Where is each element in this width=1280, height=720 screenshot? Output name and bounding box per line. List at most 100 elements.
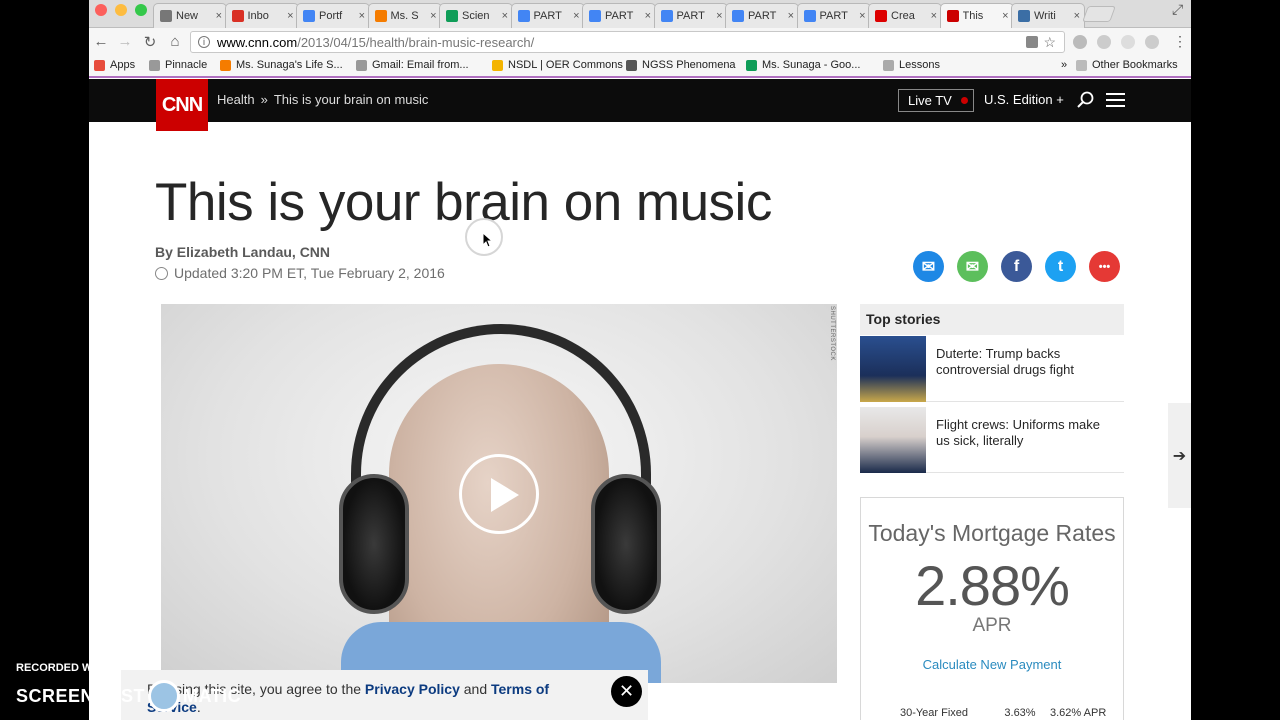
twitter-icon[interactable]: t — [1045, 251, 1076, 282]
tab-favicon-icon — [732, 10, 744, 22]
other-bookmarks[interactable]: Other Bookmarks — [1076, 59, 1178, 71]
top-stories-header: Top stories — [860, 304, 1124, 335]
breadcrumb: Health » This is your brain on music — [217, 92, 428, 107]
bookmark-item[interactable]: Gmail: Email from... — [356, 59, 469, 71]
new-tab-button[interactable] — [1082, 6, 1116, 22]
live-tv-button[interactable]: Live TV — [898, 89, 974, 112]
maximize-window-button[interactable] — [135, 4, 147, 16]
bookmark-icon — [94, 59, 105, 71]
tab-favicon-icon — [160, 10, 172, 22]
back-button[interactable]: ← — [92, 33, 110, 50]
timestamp: Updated 3:20 PM ET, Tue February 2, 2016 — [155, 265, 445, 281]
tab-close-icon[interactable]: × — [359, 10, 365, 22]
tab-close-icon[interactable]: × — [216, 10, 222, 22]
browser-tab[interactable]: PART × — [653, 3, 728, 28]
cnn-logo[interactable]: CNN — [156, 79, 208, 131]
bookmark-item[interactable]: Lessons — [883, 59, 940, 71]
story-item[interactable]: Duterte: Trump backs controversial drugs… — [860, 336, 1124, 402]
tab-close-icon[interactable]: × — [931, 10, 937, 22]
forward-button[interactable]: → — [116, 33, 134, 50]
restore-icon[interactable]: ⤢ — [1172, 1, 1183, 18]
browser-tab[interactable]: Scien × — [439, 3, 513, 28]
edition-selector[interactable]: U.S. Edition + — [984, 92, 1064, 107]
tab-favicon-icon — [660, 10, 673, 22]
tab-close-icon[interactable]: × — [716, 10, 722, 22]
breadcrumb-title: This is your brain on music — [273, 92, 429, 107]
tab-close-icon[interactable]: × — [287, 10, 293, 22]
tab-close-icon[interactable]: × — [1002, 10, 1008, 22]
tab-close-icon[interactable]: × — [573, 10, 579, 22]
star-icon[interactable]: ☆ — [1043, 34, 1056, 51]
extension-icon[interactable] — [1073, 35, 1087, 49]
bookmark-item[interactable]: NSDL | OER Commons — [492, 59, 623, 71]
screencast-logo-icon — [148, 680, 181, 712]
headphone-cup — [339, 474, 409, 614]
bookmark-label: Pinnacle — [165, 59, 208, 71]
video-player[interactable] — [161, 304, 837, 683]
tab-close-icon[interactable]: × — [502, 10, 508, 22]
browser-tab[interactable]: Crea × — [868, 3, 942, 28]
bookmark-label: Lessons — [899, 59, 940, 71]
browser-tab[interactable]: Ms. S × — [367, 3, 442, 28]
info-icon[interactable]: i — [198, 36, 210, 48]
bookmark-icon — [883, 59, 894, 71]
hamburger-menu-icon[interactable] — [1106, 93, 1125, 111]
browser-tab[interactable]: PART × — [510, 3, 585, 28]
more-icon[interactable]: ••• — [1089, 251, 1120, 282]
bookmarks-overflow-button[interactable]: » — [1061, 59, 1067, 71]
tab-label: PART — [533, 10, 562, 22]
breadcrumb-section[interactable]: Health — [217, 92, 255, 107]
search-icon[interactable] — [1077, 91, 1095, 114]
bookmark-icon — [492, 59, 503, 71]
bookmark-item[interactable]: Ms. Sunaga's Life S... — [220, 59, 343, 71]
tab-favicon-icon — [303, 10, 315, 22]
tab-close-icon[interactable]: × — [1074, 10, 1080, 22]
home-button[interactable]: ⌂ — [166, 33, 184, 50]
reload-button[interactable]: ↻ — [141, 33, 159, 51]
tab-label: PART — [819, 10, 848, 22]
tab-favicon-icon — [231, 10, 244, 22]
tab-close-icon[interactable]: × — [788, 10, 794, 22]
facebook-icon[interactable]: f — [1001, 251, 1032, 282]
mortgage-apr-label: APR — [972, 615, 1012, 636]
close-icon[interactable]: ✕ — [611, 676, 642, 707]
browser-tab[interactable]: PART × — [725, 3, 799, 28]
browser-tab[interactable]: PART × — [796, 3, 871, 28]
play-icon[interactable] — [459, 454, 539, 534]
tab-close-icon[interactable]: × — [859, 10, 865, 22]
bookmark-item[interactable]: Pinnacle — [149, 59, 207, 71]
tab-close-icon[interactable]: × — [645, 10, 651, 22]
address-bar[interactable]: i www.cnn.com/2013/04/15/health/brain-mu… — [190, 31, 1065, 53]
story-item[interactable]: Flight crews: Uniforms make us sick, lit… — [860, 407, 1124, 473]
browser-tab[interactable]: This × — [939, 3, 1014, 28]
close-window-button[interactable] — [95, 4, 107, 16]
translate-icon[interactable] — [1026, 36, 1038, 48]
calculate-payment-link[interactable]: Calculate New Payment — [861, 657, 1123, 672]
browser-window: New × Inbo × Portf × Ms. S × Scien × PART × PART × PAR… — [89, 0, 1191, 720]
browser-tab[interactable]: PART × — [582, 3, 656, 28]
mortgage-row-rate: 3.63% — [1004, 707, 1036, 719]
browser-tab[interactable]: Portf × — [296, 3, 370, 28]
messenger-icon[interactable]: ✉ — [913, 251, 944, 282]
email-icon[interactable]: ✉ — [957, 251, 988, 282]
tab-favicon-icon — [517, 10, 530, 22]
cnn-nav-bar: CNN Health » This is your brain on music L… — [89, 79, 1191, 131]
browser-tab[interactable]: New × — [153, 3, 227, 28]
bookmark-item[interactable]: Ms. Sunaga - Goo... — [746, 59, 860, 71]
extension-icon[interactable] — [1121, 35, 1135, 49]
browser-tab[interactable]: Inbo × — [224, 3, 299, 28]
extension-icon[interactable] — [1145, 35, 1159, 49]
tab-label: Scien — [462, 10, 490, 22]
bookmark-item[interactable]: Apps — [94, 59, 135, 71]
browser-tab[interactable]: Writi × — [1011, 3, 1085, 28]
extension-icon[interactable] — [1097, 35, 1111, 49]
story-thumbnail — [860, 407, 926, 473]
privacy-policy-link[interactable]: Privacy Policy — [365, 681, 460, 697]
tab-favicon-icon — [1018, 10, 1030, 22]
tab-close-icon[interactable]: × — [430, 10, 436, 22]
bookmark-label: Gmail: Email from... — [372, 59, 469, 71]
minimize-window-button[interactable] — [115, 4, 127, 16]
browser-menu-icon[interactable]: ⋮ — [1173, 33, 1187, 50]
next-arrow-button[interactable]: ➔ — [1168, 403, 1191, 508]
bookmark-item[interactable]: NGSS Phenomena — [626, 59, 736, 71]
